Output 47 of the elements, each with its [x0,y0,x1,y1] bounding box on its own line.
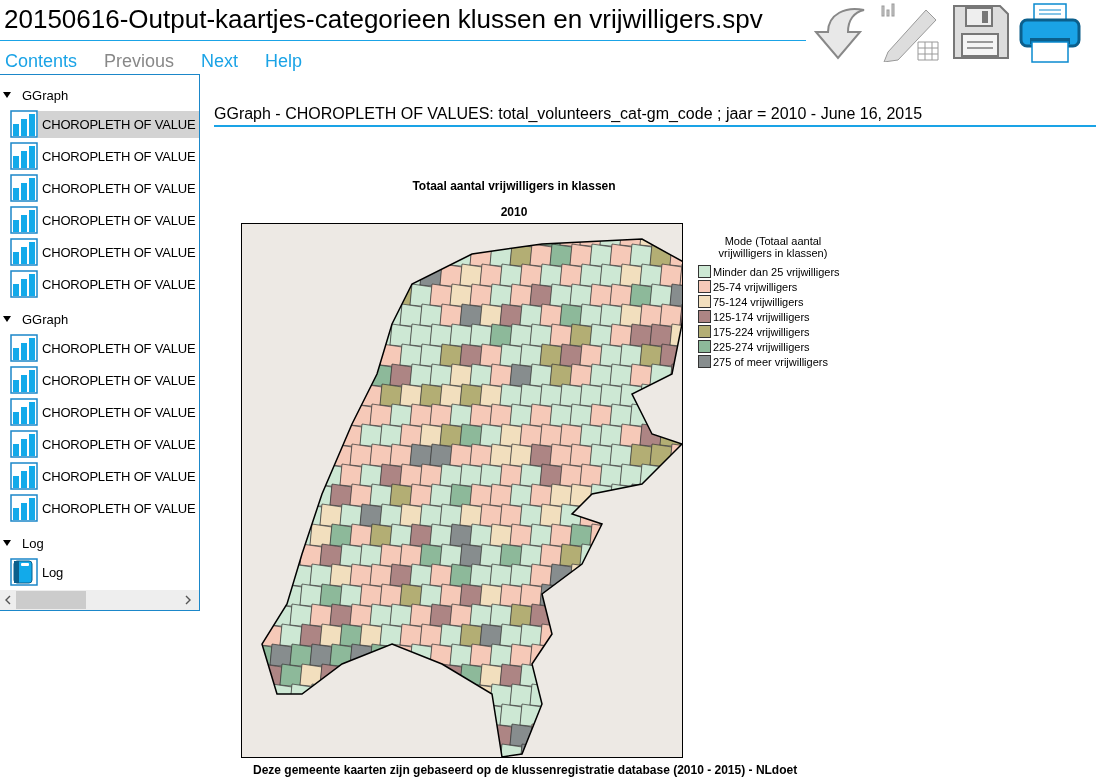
legend-label: 175-224 vrijwilligers [713,325,810,338]
chart-subtitle: 2010 [499,205,529,219]
bar-chart-icon [10,174,38,202]
chart-title: Totaal aantal vrijwilligers in klassen [411,179,617,193]
bar-chart-icon [10,270,38,298]
legend-label: 275 of meer vrijwilligers [713,355,828,368]
outline-item[interactable]: CHOROPLETH OF VALUE [10,397,199,427]
bar-chart-icon [10,430,38,458]
bar-chart-icon [10,334,38,362]
bar-chart-icon [10,366,38,394]
output-heading: GGraph - CHOROPLETH OF VALUES: total_volunteers_cat-gm_code ; jaar = 2010 - June 16, 2015 [214,102,1096,127]
bar-chart-icon [10,238,38,266]
legend-label: 25-74 vrijwilligers [713,280,798,293]
bar-chart-icon [10,206,38,234]
outline-item[interactable]: CHOROPLETH OF VALUE [10,237,199,267]
bar-chart-icon [10,110,38,138]
outline-item[interactable]: CHOROPLETH OF VALUE [10,365,199,395]
notebook-icon [10,558,38,586]
bar-chart-icon [10,398,38,426]
outline-group[interactable]: GGraph [22,311,69,327]
chart-footnote: Deze gemeente kaarten zijn gebaseerd op de klussenregistratie database (2010 - 2015) - NLdoet [252,763,799,777]
printer-icon[interactable] [1018,2,1082,64]
legend-label: 75-124 vrijwilligers [713,295,804,308]
outline-item[interactable]: CHOROPLETH OF VALUE [10,461,199,491]
outline-item[interactable]: CHOROPLETH OF VALUE [10,173,199,203]
expanded-triangle-icon[interactable] [3,92,11,98]
outline-item[interactable]: CHOROPLETH OF VALUE [10,205,199,235]
legend-label: 125-174 vrijwilligers [713,310,810,323]
expanded-triangle-icon[interactable] [3,540,11,546]
expanded-triangle-icon[interactable] [3,316,11,322]
legend-label: Minder dan 25 vrijwilligers [713,265,840,278]
legend-title: Mode (Totaal aantal vrijwilligers in klassen) [717,235,829,259]
outline-item[interactable]: CHOROPLETH OF VALUE [10,493,199,523]
outline-item[interactable]: CHOROPLETH OF VALUE [10,333,199,363]
outline-item[interactable]: CHOROPLETH OF VALUE [10,269,199,299]
bar-chart-icon [10,462,38,490]
horizontal-scrollbar[interactable] [0,590,199,610]
outline-item[interactable]: CHOROPLETH OF VALUE [10,141,199,171]
outline-group[interactable]: Log [22,535,44,551]
bar-chart-icon [10,142,38,170]
outline-group[interactable]: GGraph [22,87,69,103]
bar-chart-icon [10,494,38,522]
scrollbar-thumb[interactable] [16,591,86,609]
window-title: 20150616-Output-kaartjes-categorieen klussen en vrijwilligers.spv [0,0,806,41]
outline-item[interactable]: CHOROPLETH OF VALUE [10,429,199,459]
legend-label: 225-274 vrijwilligers [713,340,810,353]
outline-item[interactable]: Log [10,557,199,587]
